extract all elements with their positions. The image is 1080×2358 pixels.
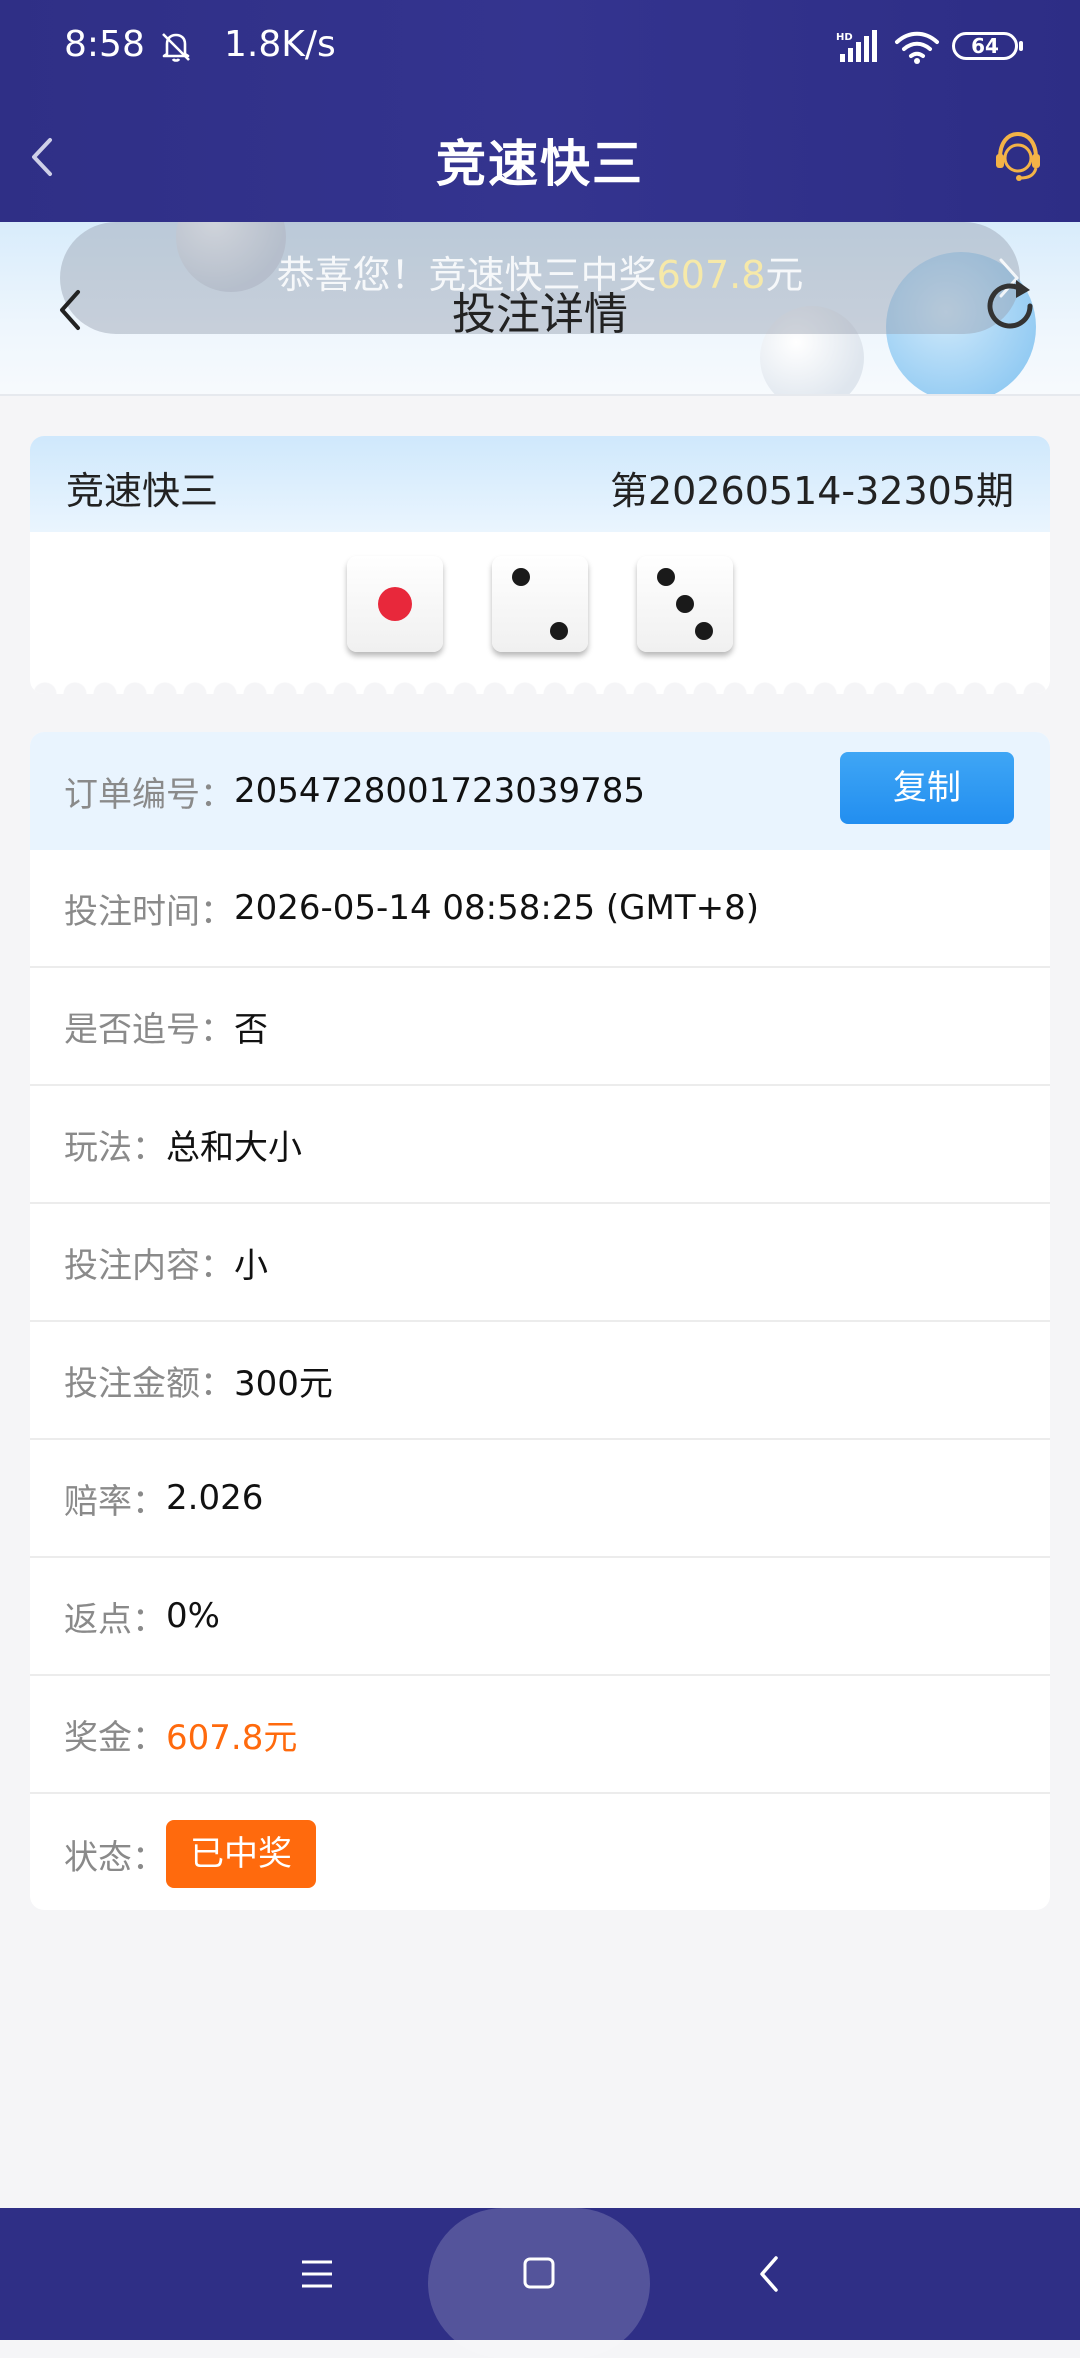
status-badge: 已中奖: [166, 1820, 316, 1888]
hd-signal-icon: HD: [836, 30, 877, 62]
dice-row: [30, 556, 1050, 656]
sub-title: 投注详情: [452, 289, 628, 340]
die-pip: [377, 587, 412, 621]
copy-button[interactable]: 复制: [840, 752, 1014, 824]
game-name: 竞速快三: [66, 469, 219, 513]
svg-text:HD: HD: [836, 32, 853, 43]
rebate-value: 0%: [166, 1596, 220, 1636]
result-card: 竞速快三 第20260514-32305期: [30, 436, 1050, 694]
rebate-row: 返点： 0%: [30, 1558, 1050, 1676]
die-pip: [512, 568, 530, 586]
refresh-icon[interactable]: [980, 276, 1040, 336]
odds-label: 赔率：: [64, 1481, 166, 1522]
play-label: 玩法：: [64, 1127, 166, 1168]
system-nav-bar: [0, 2208, 1080, 2358]
content-label: 投注内容：: [64, 1245, 234, 1286]
page-title: 竞速快三: [436, 135, 644, 193]
bell-muted-icon: [162, 33, 190, 62]
app-header: 竞速快三: [0, 96, 1080, 222]
customer-service-icon[interactable]: [990, 128, 1046, 184]
odds-row: 赔率： 2.026: [30, 1440, 1050, 1558]
issue-number: 第20260514-32305期: [609, 469, 1014, 513]
scalloped-edge: [30, 680, 1050, 694]
die-pip: [695, 622, 714, 640]
play-value: 总和大小: [166, 1127, 302, 1168]
detail-card: 订单编号： 2054728001723039785 复制 投注时间： 2026-…: [30, 732, 1050, 1910]
status-bar: 8:58 1.8K/s HD 64: [0, 0, 1080, 96]
rebate-label: 返点：: [64, 1599, 166, 1640]
status-row: 状态： 已中奖: [30, 1794, 1050, 1910]
die-pip: [676, 595, 695, 613]
battery-icon: 64: [952, 32, 1023, 60]
prize-label: 奖金：: [64, 1717, 166, 1758]
amount-value: 300元: [234, 1363, 333, 1404]
content-value: 小: [234, 1245, 268, 1286]
content-row: 投注内容： 小: [30, 1204, 1050, 1322]
wifi-icon: [895, 31, 939, 64]
sub-header: 恭喜您！竞速快三中奖607.8元 投注详情: [0, 222, 1080, 396]
chase-row: 是否追号： 否: [30, 968, 1050, 1086]
prize-value: 607.8元: [166, 1717, 298, 1758]
order-row: 订单编号： 2054728001723039785 复制: [30, 732, 1050, 850]
result-header: 竞速快三 第20260514-32305期: [30, 436, 1050, 532]
top-bar: 8:58 1.8K/s HD 64 竞速快三: [0, 0, 1080, 222]
chase-label: 是否追号：: [64, 1009, 234, 1050]
network-speed: 1.8K/s: [224, 24, 336, 65]
status-label: 状态：: [64, 1837, 166, 1878]
chase-value: 否: [234, 1009, 268, 1050]
order-label: 订单编号：: [64, 774, 234, 815]
play-row: 玩法： 总和大小: [30, 1086, 1050, 1204]
die-pip: [657, 568, 676, 586]
die-1: [346, 556, 443, 652]
die-pip: [550, 622, 568, 640]
bet-time-row: 投注时间： 2026-05-14 08:58:25 (GMT+8): [30, 850, 1050, 968]
die-2: [492, 556, 588, 652]
bet-time-value: 2026-05-14 08:58:25 (GMT+8): [234, 888, 760, 928]
prize-row: 奖金： 607.8元: [30, 1676, 1050, 1794]
menu-icon[interactable]: [300, 2258, 334, 2290]
amount-label: 投注金额：: [64, 1363, 234, 1404]
nav-back-icon[interactable]: [756, 2254, 782, 2294]
order-value: 2054728001723039785: [234, 771, 646, 811]
home-square-icon[interactable]: [522, 2256, 556, 2290]
bet-time-label: 投注时间：: [64, 891, 234, 932]
die-3: [637, 556, 734, 652]
status-time: 8:58: [64, 24, 145, 65]
amount-row: 投注金额： 300元: [30, 1322, 1050, 1440]
odds-value: 2.026: [166, 1478, 264, 1518]
